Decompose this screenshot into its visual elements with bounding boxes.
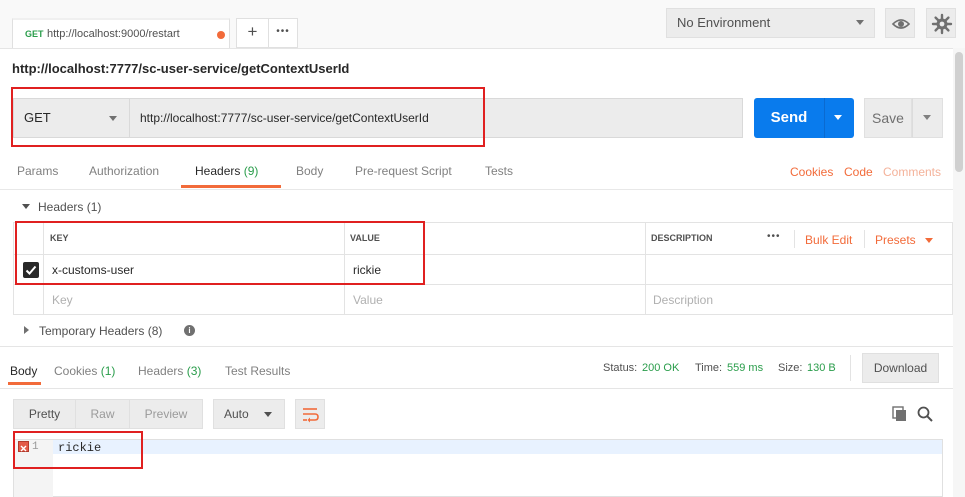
active-tab-indicator — [181, 185, 281, 188]
tab-params[interactable]: Params — [17, 164, 58, 178]
collapse-caret-icon[interactable] — [22, 204, 30, 209]
chevron-down-icon — [856, 20, 864, 25]
request-tab-url: http://localhost:9000/restart — [47, 28, 180, 40]
response-tabs-divider — [0, 388, 953, 389]
new-description-input[interactable]: Description — [653, 293, 713, 307]
time-value: 559 ms — [727, 362, 764, 374]
cookies-link[interactable]: Cookies — [790, 165, 833, 179]
response-tab-headers[interactable]: Headers (3) — [138, 364, 201, 378]
tab-body[interactable]: Body — [296, 164, 323, 178]
chevron-down-icon — [264, 412, 272, 417]
save-button[interactable]: Save — [864, 98, 912, 138]
time-label: Time: — [695, 362, 723, 374]
download-button[interactable]: Download — [862, 353, 939, 383]
request-title: http://localhost:7777/sc-user-service/ge… — [12, 61, 350, 76]
request-tab[interactable]: GET http://localhost:9000/restart — [12, 18, 230, 48]
caret-down-icon — [925, 238, 933, 243]
response-tab-headers-count: (3) — [186, 364, 202, 378]
expand-caret-icon[interactable] — [24, 326, 29, 334]
response-tab-cookies[interactable]: Cookies (1) — [54, 364, 115, 378]
request-tab-method: GET — [25, 29, 44, 39]
gear-icon — [931, 13, 953, 35]
response-tab-cookies-count: (1) — [100, 364, 116, 378]
code-link[interactable]: Code — [844, 165, 873, 179]
format-select-value: Auto — [224, 407, 249, 421]
response-tab-body[interactable]: Body — [10, 364, 37, 378]
save-options-button[interactable] — [912, 98, 943, 138]
response-tab-cookies-label: Cookies — [54, 364, 98, 378]
table-more-button[interactable]: ••• — [767, 231, 781, 242]
annotation-box-headers — [15, 221, 425, 285]
annotation-box-response — [13, 431, 143, 469]
presets-dropdown[interactable]: Presets — [875, 233, 916, 247]
header-link-sep — [864, 230, 865, 248]
comments-link[interactable]: Comments — [883, 165, 941, 179]
tabs-divider — [0, 189, 953, 190]
tab-more-button[interactable]: ••• — [268, 18, 298, 48]
send-button[interactable]: Send — [754, 98, 824, 138]
status-value: 200 OK — [642, 362, 680, 374]
view-mode-preview[interactable]: Preview — [129, 399, 203, 429]
unsaved-dot-icon — [217, 31, 225, 39]
new-key-input[interactable]: Key — [52, 293, 73, 307]
environment-settings-button[interactable] — [926, 8, 956, 38]
size-label: Size: — [778, 362, 803, 374]
header-link-sep — [794, 230, 795, 248]
temporary-headers-title: Temporary Headers (8) — [39, 324, 163, 338]
status-sep — [850, 355, 851, 381]
tab-authorization[interactable]: Authorization — [89, 164, 159, 178]
headers-section-title: Headers (1) — [38, 200, 102, 214]
active-line-highlight — [53, 440, 942, 454]
size-value: 130 B — [807, 362, 836, 374]
view-mode-raw[interactable]: Raw — [75, 399, 130, 429]
annotation-box-url — [11, 87, 485, 147]
wrap-lines-button[interactable] — [295, 399, 325, 429]
column-header-description: DESCRIPTION — [651, 233, 713, 243]
response-divider — [0, 346, 953, 347]
bulk-edit-link[interactable]: Bulk Edit — [805, 233, 852, 247]
table-col-sep — [645, 222, 646, 314]
tab-headers-count: (9) — [243, 164, 259, 178]
info-icon[interactable]: i — [184, 325, 195, 336]
new-tab-button[interactable]: + — [236, 18, 269, 48]
format-select[interactable]: Auto — [213, 399, 285, 429]
tab-tests[interactable]: Tests — [485, 164, 513, 178]
wrap-lines-icon — [303, 408, 319, 423]
view-mode-pretty[interactable]: Pretty — [13, 399, 76, 429]
tab-headers[interactable]: Headers (9) — [195, 164, 258, 178]
send-options-button[interactable] — [824, 98, 854, 138]
response-tab-test-results[interactable]: Test Results — [225, 364, 290, 378]
environment-select[interactable]: No Environment — [666, 8, 875, 38]
response-active-tab-indicator — [8, 382, 41, 385]
copy-icon[interactable] — [891, 405, 909, 423]
search-icon[interactable] — [916, 405, 934, 423]
caret-down-icon — [923, 115, 931, 120]
table-border-left — [13, 222, 14, 314]
response-tab-headers-label: Headers — [138, 364, 184, 378]
caret-down-icon — [834, 115, 842, 120]
scrollbar-thumb[interactable] — [955, 52, 963, 172]
tab-headers-label: Headers — [195, 164, 241, 178]
eye-icon — [891, 19, 911, 29]
status-label: Status: — [603, 362, 638, 374]
new-value-input[interactable]: Value — [353, 293, 383, 307]
tab-pre-request-script[interactable]: Pre-request Script — [355, 164, 452, 178]
environment-quick-look-button[interactable] — [885, 8, 915, 38]
environment-select-value: No Environment — [677, 15, 771, 30]
table-border-bottom — [13, 314, 953, 315]
